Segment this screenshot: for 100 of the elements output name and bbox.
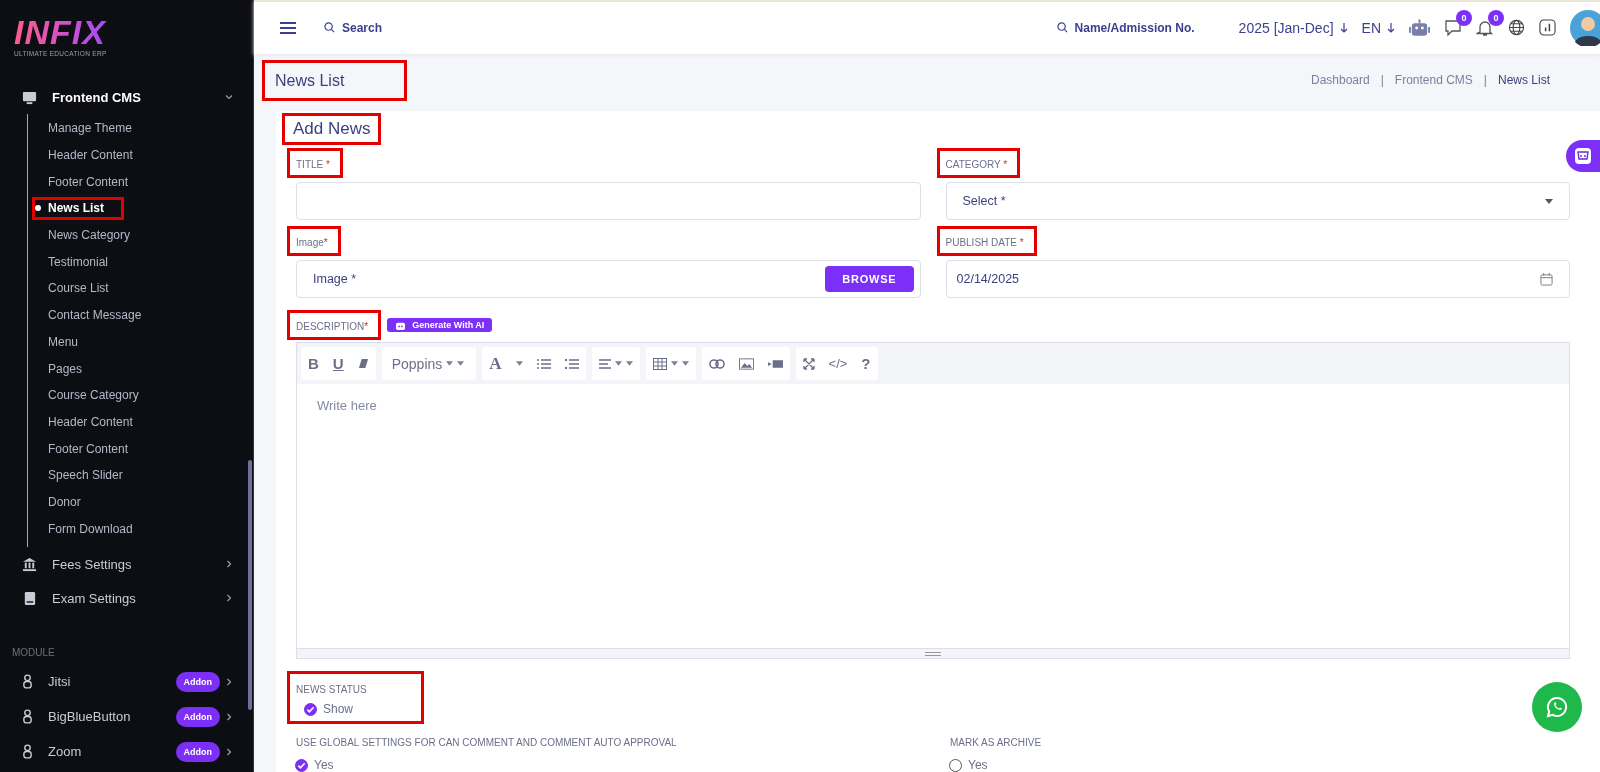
person-icon: [22, 744, 33, 759]
sidebar-subitem[interactable]: News Category: [28, 221, 253, 249]
image-icon: [738, 357, 754, 370]
sidebar-subitem[interactable]: Header Content: [28, 408, 253, 436]
cart-icon: [1575, 148, 1591, 164]
active-dot-icon: [35, 205, 41, 212]
breadcrumb-separator: |: [1483, 73, 1487, 88]
breadcrumb-link[interactable]: Dashboard: [1311, 73, 1370, 88]
caret-icon: [1545, 198, 1553, 204]
scrollbar[interactable]: [248, 460, 252, 710]
field-label: PUBLISH DATE *: [945, 237, 1025, 248]
language-selector[interactable]: EN: [1361, 19, 1395, 36]
sidebar-subitem[interactable]: Contact Message: [28, 301, 253, 329]
field-label: NEWS STATUS: [296, 684, 368, 695]
align-icon: [598, 358, 611, 369]
browse-button[interactable]: BROWSE: [825, 266, 914, 292]
sidebar-subitem[interactable]: Course List: [28, 275, 253, 302]
numbered-list-icon: [564, 357, 579, 370]
help-button[interactable]: ?: [854, 347, 878, 380]
sidebar-item[interactable]: Zoom Addon: [0, 734, 253, 769]
search-icon: [324, 22, 335, 34]
addon-badge: Addon: [175, 741, 220, 762]
title-input[interactable]: [296, 182, 921, 220]
breadcrumb-separator: |: [1380, 73, 1384, 88]
underline-button[interactable]: U: [325, 347, 351, 380]
link-icon: [708, 358, 725, 369]
arrow-down-icon: [1339, 22, 1348, 33]
radio-option[interactable]: Yes: [941, 758, 988, 772]
bell-icon[interactable]: [1476, 18, 1494, 37]
chart-icon[interactable]: [1539, 19, 1556, 37]
count-badge: 0: [1456, 9, 1472, 26]
sidebar-subitem[interactable]: Speech Slider: [28, 461, 253, 489]
sidebar-subitem[interactable]: Header Content: [28, 141, 253, 169]
sidebar-subitem[interactable]: Menu: [28, 328, 253, 356]
grip-icon: [925, 651, 941, 656]
cart-button[interactable]: [1566, 140, 1600, 172]
sidebar-item[interactable]: BigBlueButton Addon: [0, 699, 253, 734]
chevron-icon: [225, 560, 233, 568]
sidebar-subitem[interactable]: News List: [28, 195, 253, 222]
person-icon: [22, 674, 33, 689]
video-icon: [767, 358, 783, 369]
addon-badge: Addon: [175, 706, 220, 727]
caret-icon: [515, 361, 523, 366]
sidebar-subitem[interactable]: Form Download: [28, 515, 253, 542]
avatar[interactable]: [1570, 9, 1600, 46]
chat-icon[interactable]: [1444, 18, 1462, 37]
search-icon: [1056, 22, 1068, 34]
eraser-icon: [357, 358, 369, 369]
bullet-list-icon: [536, 357, 551, 370]
sidebar-item[interactable]: Jitsi Addon: [0, 664, 253, 699]
section-label: MODULE: [11, 646, 56, 660]
menu-icon[interactable]: [280, 21, 296, 34]
code-view-button[interactable]: </>: [821, 347, 855, 380]
field-label: Image*: [296, 237, 329, 248]
chevron-icon: [225, 747, 233, 756]
person-icon: [22, 709, 33, 724]
calendar-icon: [1540, 272, 1553, 286]
monitor-icon: [22, 89, 37, 105]
radio-option[interactable]: Yes: [287, 758, 334, 772]
sidebar-subitem[interactable]: Manage Theme: [28, 115, 253, 142]
sidebar-item[interactable]: Fees Settings: [0, 547, 253, 581]
session-selector[interactable]: 2025 [Jan-Dec]: [1238, 19, 1348, 36]
generate-ai-button[interactable]: Generate With AI: [387, 318, 493, 332]
sidebar-subitem[interactable]: Footer Content: [28, 435, 253, 462]
book-icon: [22, 590, 37, 606]
resize-handle[interactable]: [297, 648, 1569, 658]
globe-icon[interactable]: [1508, 19, 1525, 37]
sidebar-item[interactable]: Frontend CMS: [0, 80, 253, 114]
student-search-field[interactable]: Name/Admission No.: [1056, 20, 1195, 35]
sidebar-item[interactable]: Exam Settings: [0, 581, 253, 615]
breadcrumb-link[interactable]: News List: [1498, 73, 1550, 88]
field-label: TITLE *: [296, 159, 331, 170]
robot-icon[interactable]: [1409, 18, 1430, 37]
bank-icon: [22, 556, 37, 572]
field-label: DESCRIPTION*: [296, 321, 370, 332]
sidebar-subitem[interactable]: Donor: [28, 488, 253, 516]
field-label: USE GLOBAL SETTINGS FOR CAN COMMENT AND COMMENT AUTO APPROVAL: [296, 737, 678, 748]
chevron-icon: [225, 594, 233, 602]
table-icon: [652, 357, 667, 370]
bold-button[interactable]: B: [301, 347, 326, 380]
breadcrumb-link[interactable]: Frontend CMS: [1394, 73, 1473, 88]
sidebar-subitem[interactable]: Pages: [28, 355, 253, 382]
phone-chat-icon: [1545, 695, 1569, 719]
robot-icon: [395, 320, 407, 330]
field-label: MARK AS ARCHIVE: [950, 737, 1043, 748]
date-field[interactable]: 02/14/2025: [945, 260, 1570, 298]
page-title: News List: [275, 70, 345, 90]
radio-option[interactable]: Show: [296, 702, 354, 716]
search-field[interactable]: Search: [324, 20, 383, 35]
chevron-icon: [225, 712, 233, 721]
sidebar-subitem[interactable]: Footer Content: [28, 168, 253, 196]
category-select[interactable]: Select *: [945, 182, 1570, 220]
sidebar-subitem[interactable]: Testimonial: [28, 248, 253, 276]
font-dropdown[interactable]: Poppins: [381, 347, 477, 380]
image-field[interactable]: Image * BROWSE: [296, 260, 921, 298]
field-label: CATEGORY *: [945, 159, 1009, 170]
sidebar-subitem[interactable]: Course Category: [28, 381, 253, 409]
count-badge: 0: [1488, 9, 1504, 26]
editor-area[interactable]: Write here: [297, 384, 1569, 648]
chevron-icon: [225, 677, 233, 686]
